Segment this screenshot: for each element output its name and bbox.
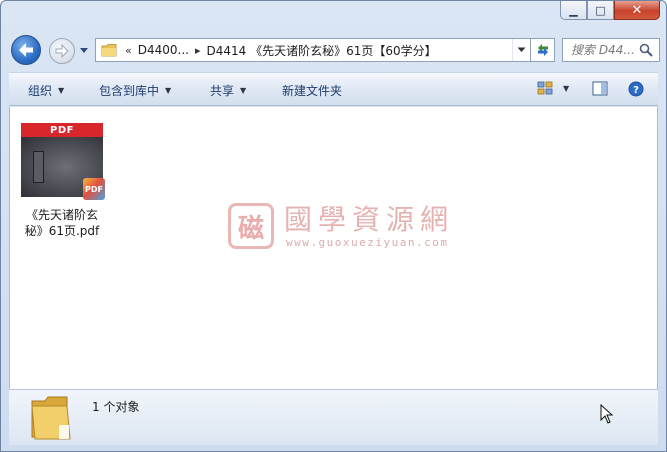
- share-menu[interactable]: 共享 ▼: [210, 82, 246, 99]
- caption-buttons: ▁ □ ✕: [560, 1, 660, 20]
- caret-down-icon: ▼: [58, 86, 65, 95]
- preview-pane-button[interactable]: [592, 81, 608, 96]
- item-count: 1 个对象: [92, 400, 140, 414]
- organize-label: 组织: [28, 84, 53, 98]
- include-in-library-label: 包含到库中: [99, 84, 160, 98]
- change-view-button[interactable]: ▼: [537, 81, 569, 96]
- help-button[interactable]: ?: [628, 81, 644, 97]
- file-list-pane[interactable]: PDF PDF 《先天诸阶玄秘》61页.pdf 磁 國學資源網 www.guox…: [9, 107, 658, 389]
- file-name[interactable]: 《先天诸阶玄秘》61页.pdf: [20, 207, 104, 239]
- back-arrow-icon: [19, 43, 33, 57]
- watermark-seal-icon: 磁: [228, 203, 274, 249]
- watermark-title: 國學資源網: [284, 202, 455, 236]
- mouse-cursor-icon: [600, 404, 614, 424]
- command-bar: 组织 ▼ 包含到库中 ▼ 共享 ▼ 新建文件夹 ▼ ?: [9, 72, 658, 106]
- navigation-bar: « D4400... ▸ D4414 《先天诸阶玄秘》61页【60学分】: [9, 34, 660, 66]
- minimize-icon: ▁: [569, 3, 578, 17]
- breadcrumb-overflow[interactable]: «: [125, 44, 132, 57]
- folder-icon: [101, 44, 117, 57]
- pdf-badge-icon: PDF: [83, 178, 105, 200]
- minimize-button[interactable]: ▁: [560, 1, 587, 20]
- folder-icon: [31, 396, 71, 440]
- pdf-thumb-label: PDF: [21, 123, 103, 137]
- view-icon: [537, 81, 553, 95]
- search-box[interactable]: [562, 38, 660, 62]
- svg-text:?: ?: [633, 85, 639, 96]
- details-pane: 1 个对象: [9, 389, 658, 445]
- breadcrumb-segment-current[interactable]: D4414 《先天诸阶玄秘》61页【60学分】: [207, 42, 437, 59]
- breadcrumb-segment-parent[interactable]: D4400...: [138, 43, 189, 57]
- watermark-url: www.guoxueziyuan.com: [286, 235, 449, 249]
- search-icon: [639, 43, 653, 57]
- caret-down-icon: ▼: [165, 86, 172, 95]
- address-bar[interactable]: « D4400... ▸ D4414 《先天诸阶玄秘》61页【60学分】: [95, 38, 531, 62]
- search-input[interactable]: [571, 43, 637, 57]
- watermark: 磁 國學資源網 www.guoxueziyuan.com: [228, 203, 454, 249]
- file-item[interactable]: PDF PDF 《先天诸阶玄秘》61页.pdf: [20, 123, 105, 239]
- caret-down-icon: ▼: [240, 86, 247, 95]
- chevron-down-icon: [517, 47, 526, 52]
- address-history-dropdown[interactable]: [512, 39, 530, 61]
- forward-button[interactable]: [49, 38, 75, 64]
- preview-pane-icon: [592, 81, 608, 96]
- close-button[interactable]: ✕: [614, 1, 660, 20]
- pdf-file-icon: PDF PDF: [21, 123, 105, 200]
- recent-pages-dropdown[interactable]: [79, 44, 89, 58]
- page-seal-mark: [33, 151, 44, 183]
- include-in-library-menu[interactable]: 包含到库中 ▼: [99, 82, 171, 99]
- share-label: 共享: [210, 84, 235, 98]
- refresh-button[interactable]: [531, 38, 555, 62]
- maximize-icon: □: [595, 3, 606, 17]
- close-icon: ✕: [631, 2, 643, 18]
- breadcrumb-separator-icon[interactable]: ▸: [195, 44, 201, 57]
- caret-down-icon: ▼: [563, 84, 570, 93]
- chevron-down-icon: [80, 48, 88, 53]
- back-button[interactable]: [11, 35, 41, 65]
- refresh-icon: [537, 44, 548, 56]
- maximize-button[interactable]: □: [587, 1, 614, 20]
- forward-arrow-icon: [55, 44, 69, 58]
- watermark-text: 國學資源網 www.guoxueziyuan.com: [284, 202, 455, 249]
- explorer-window: ▁ □ ✕ « D4400... ▸ D4414 《先天诸阶玄秘》61页【60学…: [0, 0, 667, 452]
- new-folder-label: 新建文件夹: [282, 84, 343, 98]
- help-icon: ?: [628, 81, 644, 97]
- new-folder-button[interactable]: 新建文件夹: [282, 82, 342, 99]
- organize-menu[interactable]: 组织 ▼: [28, 82, 64, 99]
